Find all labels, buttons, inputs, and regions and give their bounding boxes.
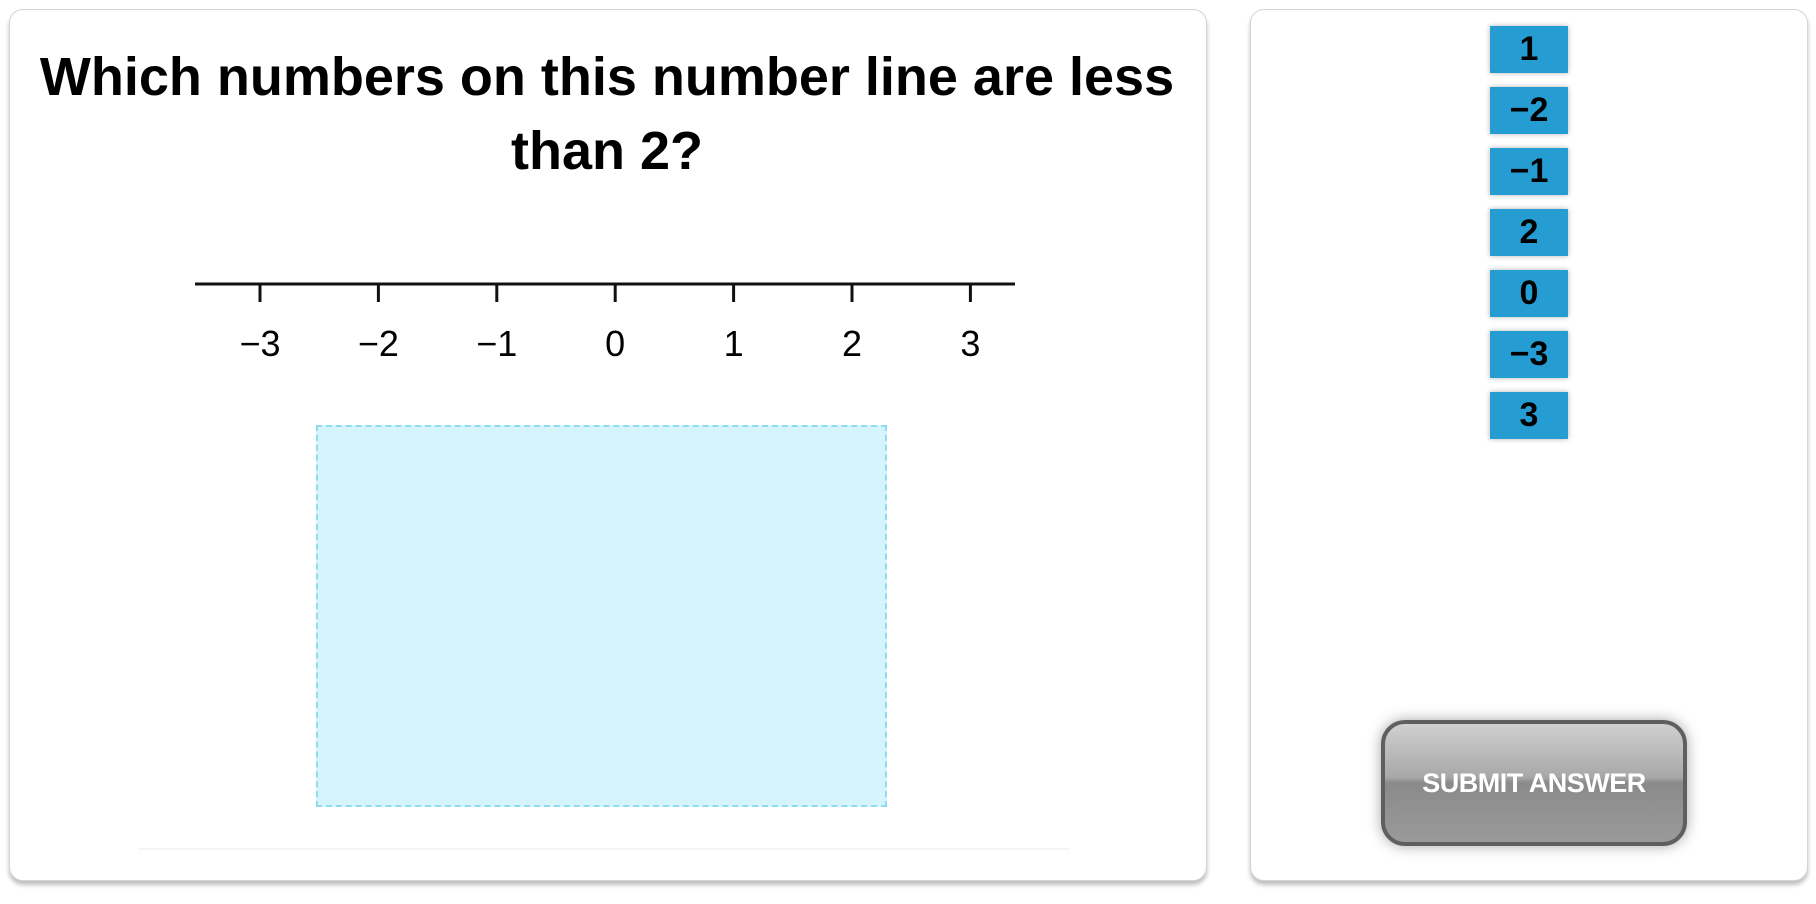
answer-tile[interactable]: 3: [1490, 392, 1568, 439]
tick-label: −1: [476, 323, 517, 364]
tick-label: −2: [358, 323, 399, 364]
answer-tile[interactable]: −2: [1490, 87, 1568, 134]
number-line: −3 −2 −1 0 1 2 3: [195, 282, 1015, 364]
tick-label: 0: [605, 323, 625, 364]
tick-label: 1: [724, 323, 744, 364]
answer-tile[interactable]: −3: [1490, 331, 1568, 378]
answer-tile[interactable]: 1: [1490, 26, 1568, 73]
submit-answer-button[interactable]: SUBMIT ANSWER: [1381, 720, 1687, 846]
answer-tile[interactable]: 2: [1490, 209, 1568, 256]
answer-tile[interactable]: −1: [1490, 148, 1568, 195]
answer-tile[interactable]: 0: [1490, 270, 1568, 317]
tick-label: 2: [842, 323, 862, 364]
tick-label: 3: [960, 323, 980, 364]
answer-drop-zone[interactable]: [316, 425, 887, 807]
tick-label: −3: [239, 323, 280, 364]
divider: [139, 848, 1069, 850]
